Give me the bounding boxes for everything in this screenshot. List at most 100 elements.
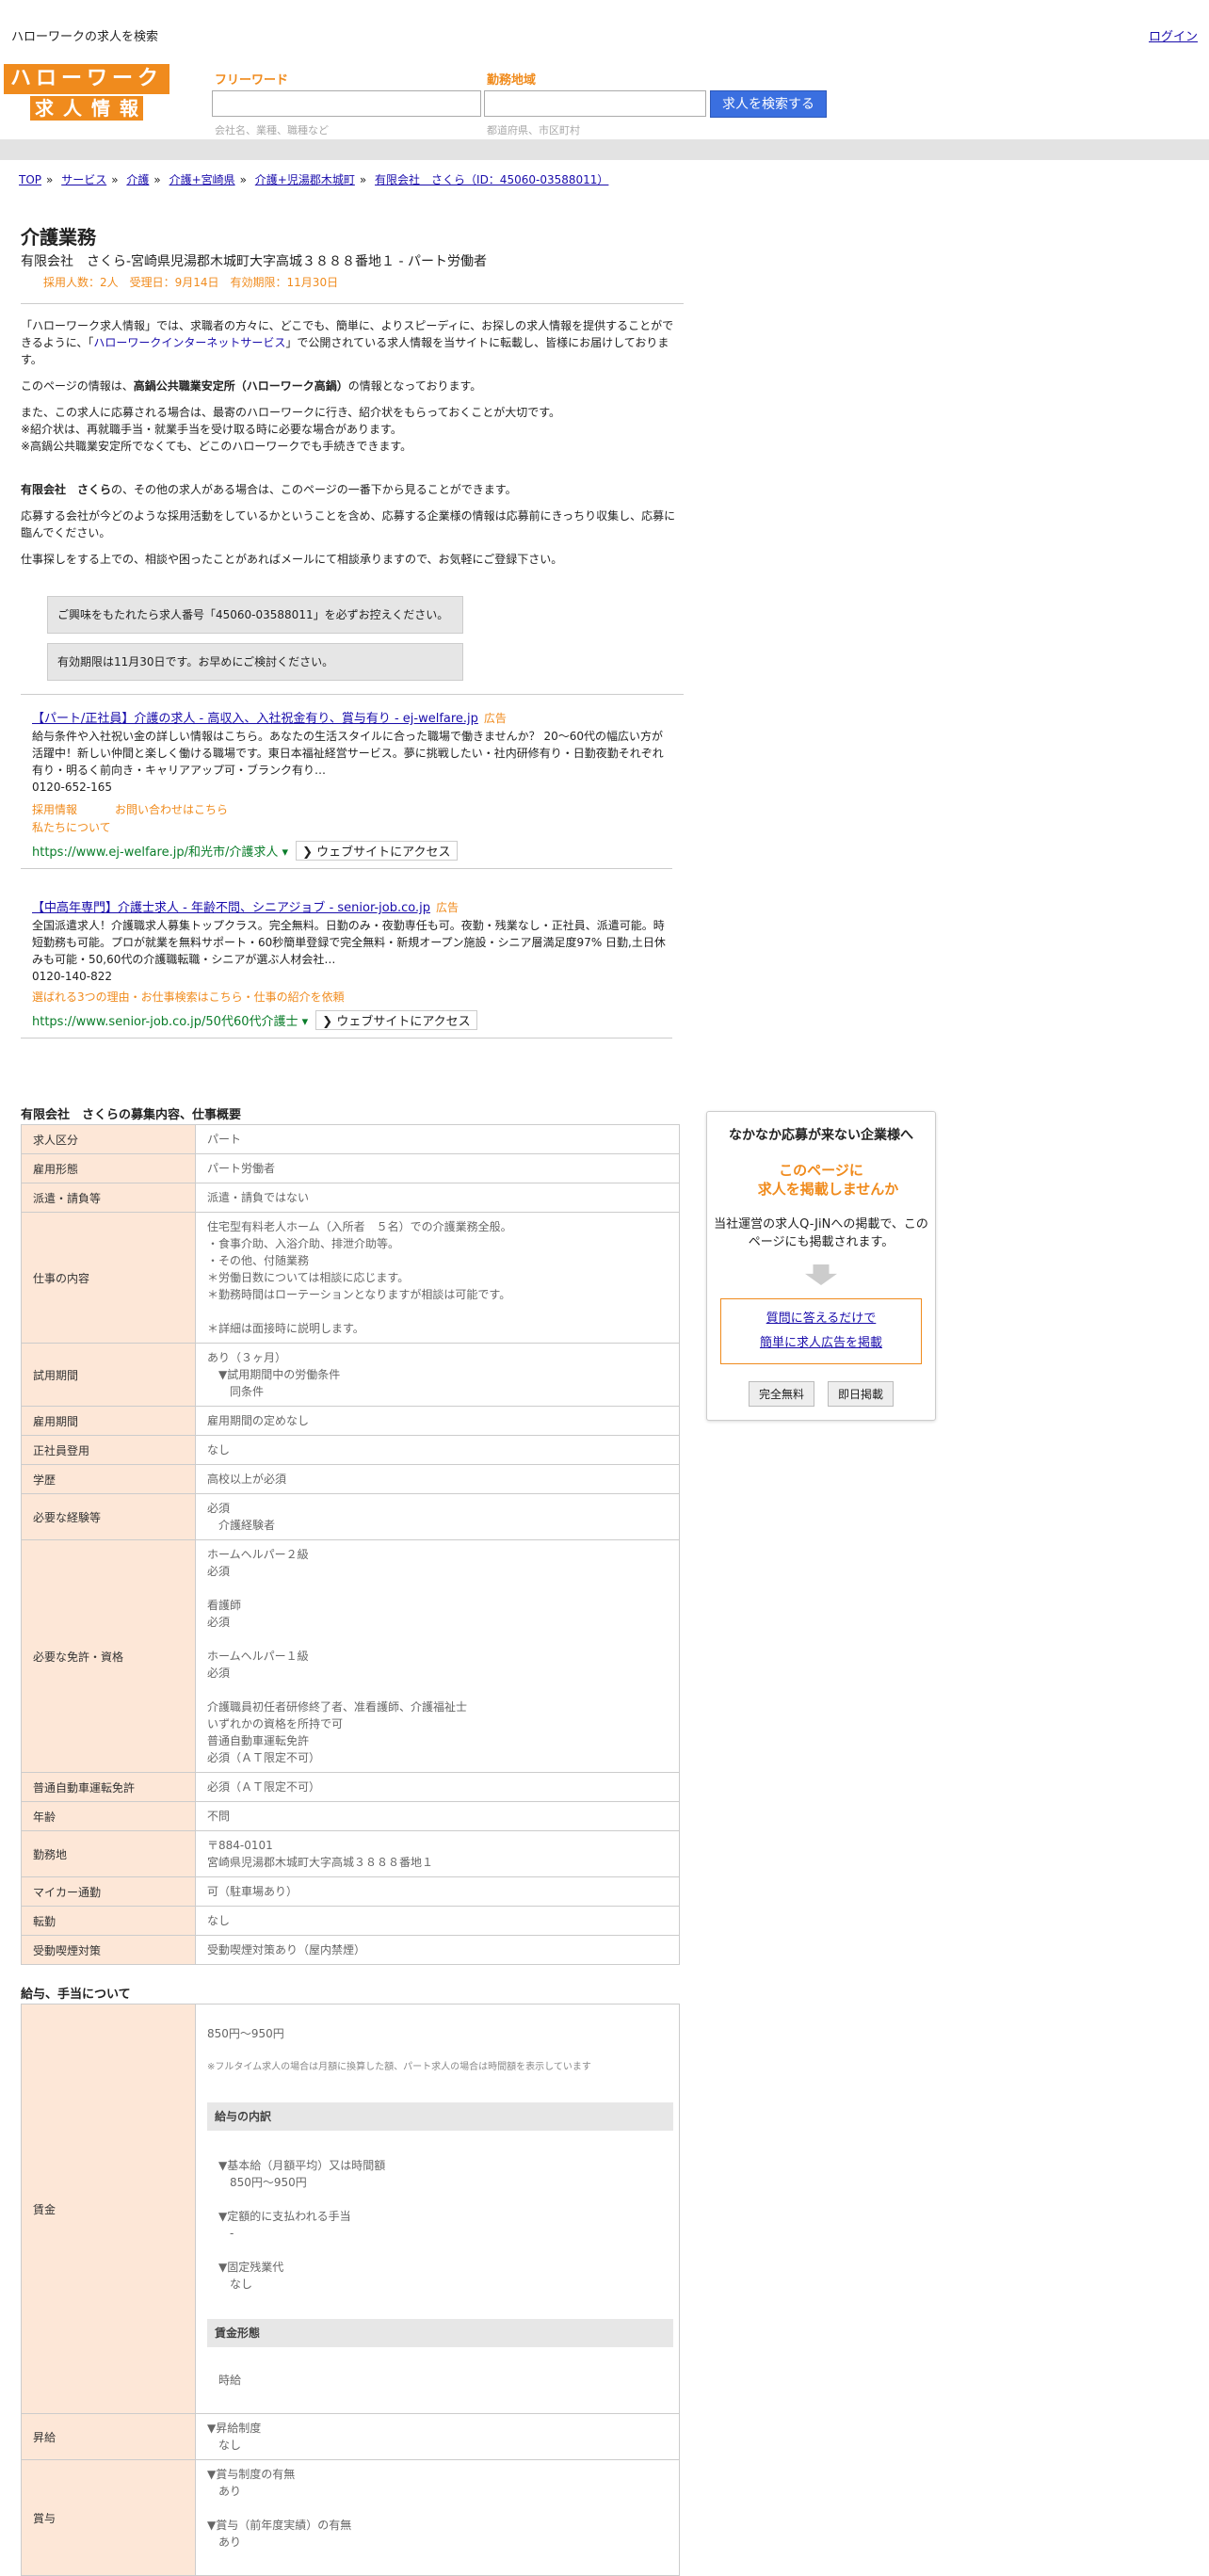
logo-char: 求 (30, 96, 58, 121)
breakdown-heading: 給与の内訳 (207, 2102, 673, 2131)
row-label: 賃金 (21, 2004, 196, 2414)
ad-title-link[interactable]: 【中高年専門】介護士求人 - 年齢不問、シニアジョブ - senior-job.… (32, 901, 430, 915)
logo-char: 情 (87, 96, 115, 121)
table-row: 転勤 なし (21, 1906, 680, 1936)
wage-note: ※フルタイム求人の場合は月額に換算した額、パート求人の場合は時間額を表示していま… (207, 2062, 591, 2072)
wage-form-heading: 賃金形態 (207, 2319, 673, 2347)
breadcrumb-link[interactable]: サービス (61, 173, 106, 186)
row-value: パート (195, 1124, 680, 1154)
ad-sitelink[interactable]: 選ばれる3つの理由・お仕事検索はこちら・仕事の紹介を依頼 (32, 990, 345, 1004)
sidebar-lead: このページに 求人を掲載しませんか (757, 1162, 899, 1198)
table-row: 学歴 高校以上が必須 (21, 1464, 680, 1494)
advice-paragraph: 応募する会社が今どのような採用活動をしているかということを含め、応募する企業様の… (21, 509, 676, 539)
ad-block: 【パート/正社員】介護の求人 - 高収入、入社祝金有り、賞与有り - ej-we… (21, 700, 672, 869)
row-value: 受動喫煙対策あり（屋内禁煙） (195, 1935, 680, 1965)
sidebar-cta-box: 質問に答えるだけで 簡単に求人広告を掲載 (720, 1298, 922, 1364)
row-value: 高校以上が必須 (195, 1464, 680, 1494)
ad-title-link[interactable]: 【パート/正社員】介護の求人 - 高収入、入社祝金有り、賞与有り - ej-we… (32, 712, 478, 726)
ad-url-text[interactable]: https://www.senior-job.co.jp/50代60代介護士 (32, 1015, 298, 1029)
table-row: 雇用期間 雇用期間の定めなし (21, 1406, 680, 1436)
job-meta: 採用人数：2人 受理日：9月14日 有効期限：11月30日 (43, 276, 339, 289)
ad-badge: 広告 (483, 712, 507, 725)
ad-sitelink[interactable]: お問い合わせはこちら (115, 803, 228, 816)
breadcrumb-link[interactable]: 介護 (126, 173, 149, 186)
header-divider (0, 139, 1209, 160)
row-label: 普通自動車運転免許 (21, 1772, 196, 1802)
row-value: 住宅型有料老人ホーム（入所者 ５名）での介護業務全般。 ・食事介助、入浴介助、排… (195, 1212, 680, 1344)
row-label: 転勤 (21, 1906, 196, 1936)
job-title: 介護業務 (21, 226, 96, 249)
table-row: 普通自動車運転免許 必須（ＡＴ限定不可） (21, 1772, 680, 1802)
ad-url: https://www.senior-job.co.jp/50代60代介護士 ▾… (32, 1010, 672, 1030)
sidebar-cta-link[interactable]: 質問に答えるだけで (721, 1307, 921, 1331)
row-label: 年齢 (21, 1801, 196, 1831)
divider (21, 694, 684, 695)
row-value: 派遣・請負ではない (195, 1183, 680, 1213)
divider (21, 303, 684, 304)
row-label: 受動喫煙対策 (21, 1935, 196, 1965)
table-row: 必要な免許・資格 ホームヘルパー２級 必須 看護師 必須 ホームヘルパー１級 必須… (21, 1539, 680, 1773)
table-row: 昇給 ▼昇給制度 なし (21, 2413, 680, 2460)
ad-sitelink[interactable]: 採用情報 (32, 803, 77, 816)
visit-website-button[interactable]: ❯ ウェブサイトにアクセス (315, 1010, 477, 1030)
breakdown-detail: ▼基本給（月額平均）又は時間額 850円〜950円 ▼定額的に支払われる手当 -… (218, 2159, 386, 2291)
breadcrumb-link[interactable]: 介護+宮崎県 (169, 173, 235, 186)
ad-sitelinks: 選ばれる3つの理由・お仕事検索はこちら・仕事の紹介を依頼 (32, 989, 672, 1006)
sidebar-description: 当社運営の求人Q-JiNへの掲載で、このページにも掲載されます。 (714, 1217, 928, 1249)
ad-description: 給与条件や入社祝い金の詳しい情報はこちら。あなたの生活スタイルに合った職場で働き… (32, 730, 664, 777)
row-label: 雇用形態 (21, 1153, 196, 1183)
top-bar: ハローワークの求人を検索 ログイン (0, 0, 1209, 52)
main-content: 介護業務 有限会社 さくら-宮崎県児湯郡木城町大字高城３８８８番地１ - パート… (21, 217, 684, 2576)
table-row: マイカー通勤 可（駐車場あり） (21, 1876, 680, 1907)
salary-title: 給与、手当について (21, 1988, 131, 2002)
area-input[interactable] (484, 90, 706, 117)
keyword-input[interactable] (212, 90, 481, 117)
table-row: 年齢 不問 (21, 1801, 680, 1831)
row-label: 派遣・請負等 (21, 1183, 196, 1213)
row-value: なし (195, 1435, 680, 1465)
table-row: 賃金 850円〜950円 ※フルタイム求人の場合は月額に換算した額、パート求人の… (21, 2004, 680, 2414)
ad-sitelink[interactable]: 私たちについて (32, 821, 111, 834)
row-label: 必要な経験等 (21, 1493, 196, 1540)
breadcrumb: TOP» サービス» 介護» 介護+宮崎県» 介護+児湯郡木城町» 有限会社 さ… (19, 173, 609, 186)
free-badge: 完全無料 (748, 1381, 814, 1407)
table-row: 求人区分 パート (21, 1124, 680, 1154)
hellowork-internet-link[interactable]: ハローワークインターネットサービス (93, 336, 285, 349)
visit-website-button[interactable]: ❯ ウェブサイトにアクセス (296, 841, 458, 861)
row-label: 正社員登用 (21, 1435, 196, 1465)
table-row: 雇用形態 パート労働者 (21, 1153, 680, 1183)
ad-url: https://www.ej-welfare.jp/和光市/介護求人 ▾ ❯ ウ… (32, 841, 672, 861)
keyword-hint: 会社名、業種、職種など (215, 124, 329, 137)
wage-form-value: 時給 (218, 2374, 242, 2387)
intro-text: このページの情報は、 (21, 379, 134, 393)
row-value: ホームヘルパー２級 必須 看護師 必須 ホームヘルパー１級 必須 介護職員初任者… (195, 1539, 680, 1773)
ad-sitelinks: 採用情報 お問い合わせはこちら 私たちについて (32, 801, 672, 837)
row-value: 可（駐車場あり） (195, 1876, 680, 1907)
row-value: 〒884-0101 宮崎県児湯郡木城町大字高城３８８８番地１ (195, 1830, 680, 1877)
header: ハローワーク 求 人 情 報 フリーワード 会社名、業種、職種など 勤務地域 都… (0, 51, 1209, 139)
row-value: なし (195, 1906, 680, 1936)
login-link[interactable]: ログイン (1149, 26, 1198, 44)
row-value: あり（３ヶ月） ▼試用期間中の労働条件 同条件 (195, 1343, 680, 1407)
search-button[interactable]: 求人を検索する (710, 90, 827, 118)
table-row: 賞与 ▼賞与制度の有無 あり ▼賞与（前年度実績）の有無 あり (21, 2459, 680, 2576)
expiry-note: 有効期限は11月30日です。お早めにご検討ください。 (47, 643, 463, 681)
row-value: ▼昇給制度 なし (195, 2413, 680, 2460)
breadcrumb-link[interactable]: 介護+児湯郡木城町 (255, 173, 355, 186)
intro-paragraph: 「ハローワーク求人情報」では、求職者の方々に、どこでも、簡単に、よりスピーディに… (21, 317, 684, 368)
row-value: 必須（ＡＴ限定不可） (195, 1772, 680, 1802)
source-paragraph: このページの情報は、高鍋公共職業安定所（ハローワーク高鍋）の情報となっております… (21, 378, 684, 394)
overview-table: 求人区分 パート 雇用形態 パート労働者 派遣・請負等 派遣・請負ではない 仕事の内容 住宅型… (21, 1124, 680, 1965)
sidebar-cta-link[interactable]: 簡単に求人広告を掲載 (721, 1331, 921, 1356)
breadcrumb-link[interactable]: 有限会社 さくら（ID：45060-03588011） (375, 173, 608, 186)
ad-url-text[interactable]: https://www.ej-welfare.jp/和光市/介護求人 (32, 845, 278, 860)
ad-phone[interactable]: 0120-140-822 (32, 970, 672, 983)
row-value: ▼賞与制度の有無 あり ▼賞与（前年度実績）の有無 あり (195, 2459, 680, 2576)
breadcrumb-link[interactable]: TOP (19, 173, 41, 186)
sidebar-buttons: 完全無料 即日掲載 (707, 1381, 935, 1407)
ad-description: 全国派遣求人！介護職求人募集トップクラス。完全無料。日勤のみ・夜勤専任も可。夜勤… (32, 919, 666, 966)
other-jobs-paragraph: 有限会社 さくらの、その他の求人がある場合は、このページの一番下から見ることがで… (21, 481, 684, 498)
ad-phone[interactable]: 0120-652-165 (32, 781, 672, 794)
job-number-note: ご興味をもたれたら求人番号「45060-03588011」を必ずお控えください。 (47, 596, 463, 634)
site-logo[interactable]: ハローワーク 求 人 情 報 (4, 64, 169, 121)
